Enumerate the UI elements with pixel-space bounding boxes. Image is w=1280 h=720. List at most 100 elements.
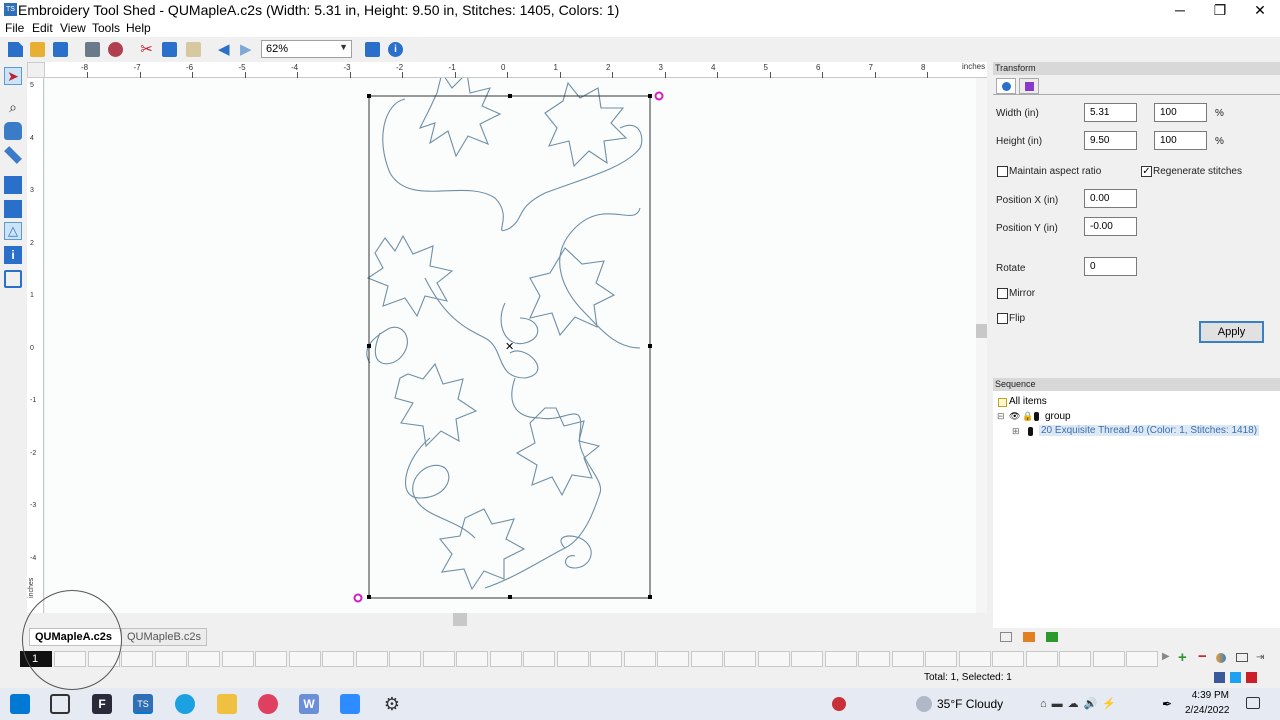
undo-arrow-icon[interactable]: ◀ xyxy=(218,42,233,57)
grid-icon[interactable] xyxy=(4,200,22,218)
color-block-slot[interactable] xyxy=(590,651,622,667)
height-percent-input[interactable]: 100 xyxy=(1154,131,1207,150)
print-icon[interactable] xyxy=(85,42,100,57)
select-arrow-icon[interactable]: ➤ xyxy=(4,67,22,85)
thread-item[interactable]: 20 Exquisite Thread 40 (Color: 1, Stitch… xyxy=(1039,425,1260,436)
redo-arrow-icon[interactable]: ▶ xyxy=(240,42,255,57)
menu-file[interactable]: File xyxy=(5,21,24,35)
apply-button[interactable]: Apply xyxy=(1199,321,1264,343)
regenerate-stitches-checkbox[interactable]: ✓ xyxy=(1141,166,1152,177)
menu-tools[interactable]: Tools xyxy=(92,21,120,35)
open-folder-icon[interactable] xyxy=(30,42,45,57)
lock-icon[interactable]: 🔒 xyxy=(1022,411,1033,422)
color-block-slot[interactable] xyxy=(757,651,790,667)
pen-icon[interactable]: ✒ xyxy=(1162,697,1172,711)
color-block-slot[interactable] xyxy=(858,651,890,667)
minimize-button[interactable]: ─ xyxy=(1160,0,1200,20)
color-block-slot[interactable] xyxy=(288,651,321,667)
design-canvas[interactable]: ✕ xyxy=(45,71,976,613)
palette-icon[interactable] xyxy=(1023,632,1035,642)
color-block-slot[interactable] xyxy=(556,651,589,667)
color-block-slot[interactable] xyxy=(121,651,153,667)
copy-icon[interactable] xyxy=(162,42,177,57)
rotate-handle-icon[interactable] xyxy=(353,593,363,603)
color-block-slot[interactable] xyxy=(657,651,689,667)
settings-gear-icon[interactable]: ⚙ xyxy=(382,694,402,714)
cut-icon[interactable]: ✂ xyxy=(139,42,154,57)
embroidery-design[interactable]: ✕ xyxy=(45,71,976,613)
next-arrow-icon[interactable]: ▶ xyxy=(1162,651,1170,662)
color-block-slot[interactable] xyxy=(1059,651,1091,667)
tab-qumapleb[interactable]: QUMapleB.c2s xyxy=(121,628,207,646)
clock-time[interactable]: 4:39 PM xyxy=(1189,690,1229,701)
color-block-slot[interactable] xyxy=(791,651,823,667)
color-block-slot[interactable] xyxy=(456,651,488,667)
pinterest-icon[interactable] xyxy=(1246,672,1257,683)
tab-info[interactable] xyxy=(996,78,1016,94)
position-y-input[interactable]: -0.00 xyxy=(1084,217,1137,236)
color-block-slot[interactable] xyxy=(724,651,756,667)
color-block-slot[interactable] xyxy=(690,651,723,667)
shape-icon[interactable] xyxy=(4,176,22,194)
color-block-slot[interactable] xyxy=(154,651,187,667)
vertical-scrollbar[interactable] xyxy=(976,78,987,613)
all-items-label[interactable]: All items xyxy=(1009,396,1047,407)
horizontal-scrollbar[interactable] xyxy=(45,613,976,626)
maintain-aspect-checkbox[interactable] xyxy=(997,166,1008,177)
notification-icon[interactable] xyxy=(1246,697,1260,709)
color-block-slot[interactable] xyxy=(355,651,388,667)
task-view-icon[interactable] xyxy=(50,694,70,714)
pan-hand-icon[interactable] xyxy=(4,122,22,140)
color-block-slot[interactable] xyxy=(188,651,220,667)
menu-view[interactable]: View xyxy=(60,21,86,35)
color-block-slot[interactable] xyxy=(1126,651,1158,667)
edge-browser-icon[interactable] xyxy=(175,694,195,714)
add-icon[interactable]: + xyxy=(1178,649,1187,666)
zoom-app-icon[interactable] xyxy=(340,694,360,714)
clock-date[interactable]: 2/24/2022 xyxy=(1185,705,1230,716)
tab-transform[interactable] xyxy=(1019,78,1039,94)
rotate-input[interactable]: 0 xyxy=(1084,257,1137,276)
app-w-icon[interactable]: W xyxy=(299,694,319,714)
menu-help[interactable]: Help xyxy=(126,21,151,35)
paste-icon[interactable] xyxy=(186,42,201,57)
color-block-slot[interactable] xyxy=(925,651,957,667)
measure-icon[interactable] xyxy=(4,146,22,164)
expand-icon[interactable]: ⊞ xyxy=(1012,426,1020,437)
maximize-button[interactable]: ❐ xyxy=(1200,0,1240,20)
app-f-icon[interactable]: F xyxy=(92,694,112,714)
color-block-slot[interactable] xyxy=(255,651,287,667)
mirror-checkbox[interactable] xyxy=(997,288,1008,299)
color-block-slot[interactable] xyxy=(389,651,421,667)
system-tray-icons[interactable]: ⌂▬☁🔊⚡ xyxy=(1040,697,1121,710)
color-block-slot[interactable] xyxy=(992,651,1024,667)
width-input[interactable]: 5.31 xyxy=(1084,103,1137,122)
color-block-slot[interactable] xyxy=(824,651,857,667)
list-icon[interactable] xyxy=(1000,632,1012,642)
cart-icon[interactable] xyxy=(1046,632,1058,642)
color-block-slot[interactable] xyxy=(489,651,522,667)
info-tool-icon[interactable]: i xyxy=(4,246,22,264)
export-icon[interactable]: ⇥ xyxy=(1256,652,1264,663)
color-block-slot[interactable] xyxy=(958,651,991,667)
twitter-icon[interactable] xyxy=(1230,672,1241,683)
close-button[interactable]: ✕ xyxy=(1240,0,1280,20)
height-input[interactable]: 9.50 xyxy=(1084,131,1137,150)
security-icon[interactable] xyxy=(832,697,846,711)
menu-edit[interactable]: Edit xyxy=(32,21,53,35)
rotate-handle-icon[interactable] xyxy=(654,91,664,101)
color-block-slot[interactable] xyxy=(1092,651,1125,667)
position-x-input[interactable]: 0.00 xyxy=(1084,189,1137,208)
view-icon[interactable] xyxy=(365,42,380,57)
remove-icon[interactable]: − xyxy=(1198,648,1207,665)
zoom-select[interactable]: 62% ▼ xyxy=(261,40,352,58)
new-file-icon[interactable] xyxy=(8,42,23,57)
color-block-slot[interactable] xyxy=(322,651,354,667)
info-icon[interactable]: i xyxy=(388,42,403,57)
color-block-slot[interactable] xyxy=(523,651,555,667)
facebook-icon[interactable] xyxy=(1214,672,1225,683)
color-block-slot[interactable] xyxy=(422,651,455,667)
color-block-slot[interactable] xyxy=(623,651,656,667)
file-explorer-icon[interactable] xyxy=(217,694,237,714)
collapse-icon[interactable]: ⊟ xyxy=(997,411,1005,422)
